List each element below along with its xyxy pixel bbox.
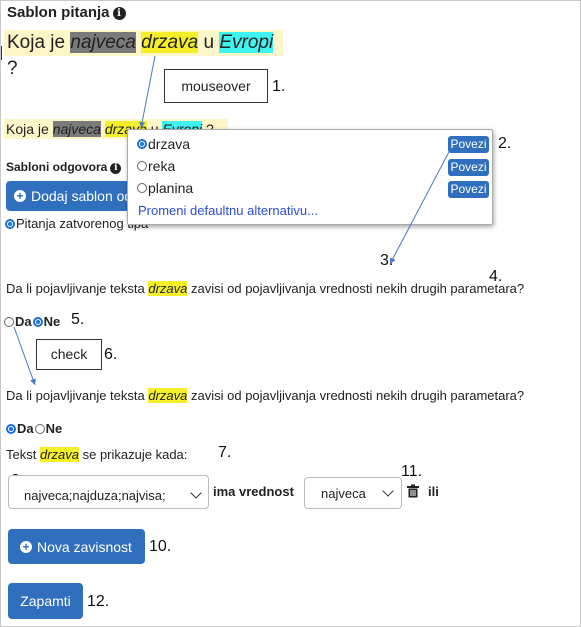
dependency-text: zavisi od pojavljivanja vrednosti nekih … xyxy=(187,281,525,296)
marker-10: 10. xyxy=(149,538,172,555)
marker-7: 7. xyxy=(218,444,232,461)
marker-11: 11. xyxy=(401,463,423,480)
answers-section-title-text: Sabloni odgovora xyxy=(6,160,108,174)
dependency-question: Da li pojavljivanje teksta drzava zavisi… xyxy=(6,281,524,296)
dependency-text: Da li pojavljivanje teksta xyxy=(6,281,149,296)
param-word-najveca[interactable]: najveca xyxy=(70,32,136,53)
dependency-radio-group-after: Da Ne xyxy=(6,421,62,436)
dependency-text: Da li pojavljivanje teksta xyxy=(6,388,149,403)
save-button[interactable]: Zapamti xyxy=(8,583,83,619)
condition-text: Tekst drzava se prikazuje kada: xyxy=(6,447,187,462)
yes-radio[interactable] xyxy=(4,316,14,327)
option-label: drzava xyxy=(148,136,191,152)
marker-2: 2. xyxy=(498,135,512,152)
option-label: reka xyxy=(148,158,176,174)
param-word-drzava: drzava xyxy=(148,281,188,296)
chevron-down-icon xyxy=(190,487,202,499)
question-text: Koja je xyxy=(7,32,71,53)
callout-text: check xyxy=(50,346,88,362)
change-default-link[interactable]: Promeni defaultnu alternativu... xyxy=(138,203,318,218)
trash-icon[interactable] xyxy=(406,484,420,503)
plus-circle-icon: + xyxy=(14,190,26,202)
value-select[interactable]: najveca xyxy=(304,477,402,509)
info-icon[interactable]: i xyxy=(110,163,122,174)
marker-6: 6. xyxy=(104,346,118,363)
popup-option-drzava[interactable]: drzava xyxy=(137,136,190,152)
add-answer-template-label: Dodaj sablon od xyxy=(31,188,133,204)
save-label: Zapamti xyxy=(20,593,71,609)
param-word-drzava: drzava xyxy=(148,388,188,403)
question-template-large: Koja je najveca drzava u Evropi ? xyxy=(4,30,283,79)
dependency-radio-group: Da Ne xyxy=(4,314,60,329)
page-title-text: Sablon pitanja xyxy=(7,4,110,21)
link-button-reka[interactable]: Povezi xyxy=(448,159,489,176)
add-answer-template-button[interactable]: + Dodaj sablon od xyxy=(6,181,146,211)
condition-text-after: se prikazuje kada: xyxy=(79,447,188,462)
page-title: Sablon pitanja i xyxy=(7,4,126,21)
answers-section-title: Sabloni odgovora i xyxy=(6,160,122,174)
question-text: u xyxy=(198,32,220,53)
dependency-question-after: Da li pojavljivanje teksta drzava zavisi… xyxy=(6,388,524,403)
marker-12: 12. xyxy=(87,593,110,610)
new-dependency-button[interactable]: + Nova zavisnost xyxy=(8,529,145,564)
param-values-select[interactable]: najveca;najduza;najvisa; xyxy=(8,475,209,509)
new-dependency-label: Nova zavisnost xyxy=(37,538,132,555)
param-word-drzava: drzava xyxy=(39,447,79,462)
callout-text: mouseover xyxy=(181,78,251,94)
marker-3: 3. xyxy=(380,252,394,269)
or-label: ili xyxy=(428,484,439,499)
yes-radio[interactable] xyxy=(6,423,16,434)
condition-text-before: Tekst xyxy=(6,447,40,462)
marker-5: 5. xyxy=(71,311,85,328)
no-radio[interactable] xyxy=(34,423,45,434)
yes-label[interactable]: Da xyxy=(17,421,34,436)
info-icon[interactable]: i xyxy=(112,7,126,20)
link-button-drzava[interactable]: Povezi xyxy=(448,136,489,153)
no-radio[interactable] xyxy=(32,316,43,327)
chevron-down-icon xyxy=(382,485,394,497)
value-selected: najveca xyxy=(321,485,366,501)
option-radio[interactable] xyxy=(137,183,147,193)
param-word-najveca[interactable]: najveca xyxy=(52,121,101,137)
dependency-text: zavisi od pojavljivanja vrednosti nekih … xyxy=(187,388,525,403)
no-label[interactable]: Ne xyxy=(44,314,61,329)
mouseover-callout: mouseover xyxy=(164,69,268,103)
option-radio[interactable] xyxy=(137,139,147,149)
marker-1: 1. xyxy=(272,78,286,95)
yes-label[interactable]: Da xyxy=(15,314,32,329)
alternatives-popup: drzava reka planina Povezi Povezi Povezi… xyxy=(127,129,493,225)
popup-option-reka[interactable]: reka xyxy=(137,158,175,174)
param-word-evropi[interactable]: Evropi xyxy=(219,32,274,53)
option-label: planina xyxy=(148,180,194,196)
closed-type-radio[interactable] xyxy=(5,218,15,229)
param-values-selected: najveca;najduza;najvisa; xyxy=(24,487,166,503)
check-callout: check xyxy=(36,339,102,370)
popup-option-planina[interactable]: planina xyxy=(137,180,193,196)
no-label[interactable]: Ne xyxy=(46,421,63,436)
has-value-label: ima vrednost xyxy=(213,484,294,499)
link-button-planina[interactable]: Povezi xyxy=(448,181,489,198)
question-text: Koja je xyxy=(6,121,53,137)
option-radio[interactable] xyxy=(137,161,147,171)
question-text: ? xyxy=(7,58,18,79)
param-word-drzava[interactable]: drzava xyxy=(141,32,199,53)
plus-circle-icon: + xyxy=(20,540,32,553)
text-cursor xyxy=(1,46,2,60)
